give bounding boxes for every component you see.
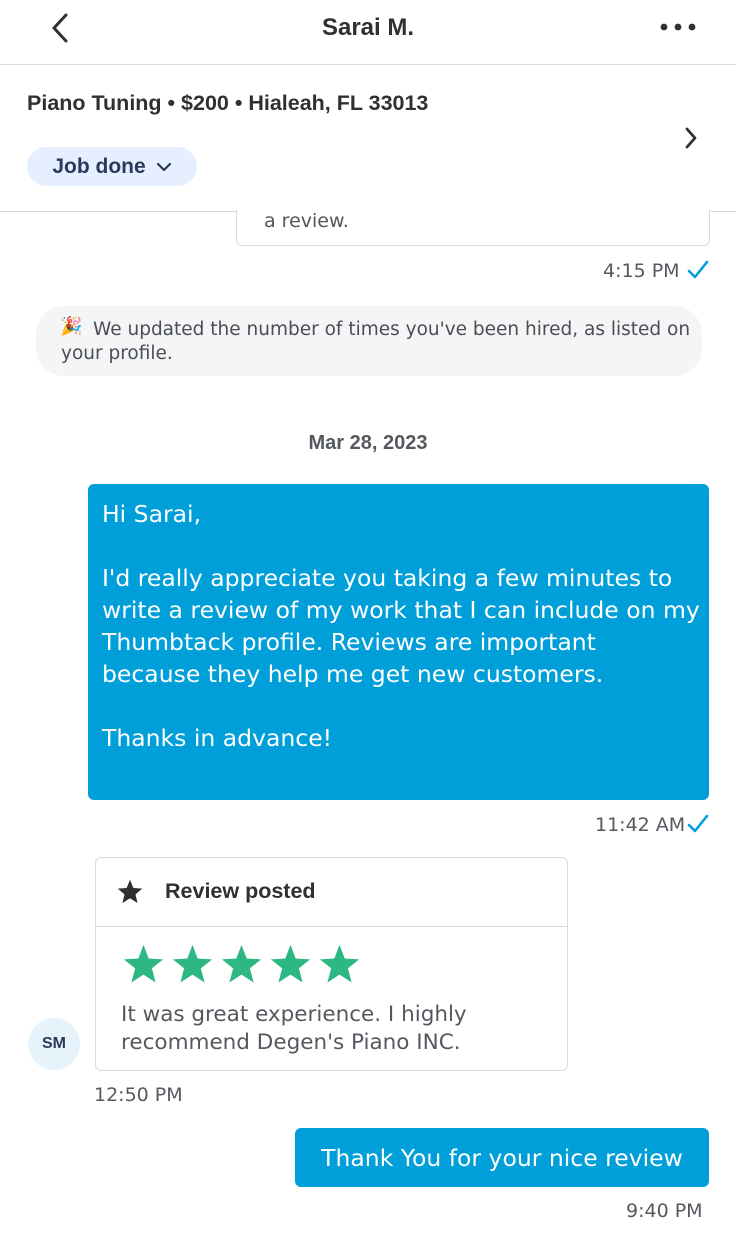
star-filled-icon (270, 944, 311, 983)
star-rating (122, 944, 361, 985)
chevron-right-icon (685, 127, 697, 149)
page-title: Sarai M. (321, 14, 415, 41)
star-filled-icon (319, 944, 360, 983)
previous-message-card: a review. (236, 210, 710, 246)
date-separator: Mar 28, 2023 (308, 432, 428, 454)
review-text: It was great experience. I highly recomm… (121, 1002, 467, 1055)
message-timestamp: 12:50 PM (94, 1084, 183, 1106)
star-filled-icon (221, 944, 262, 983)
message-text: Thank You for your nice review (321, 1143, 683, 1172)
message-timestamp: 9:40 PM (626, 1200, 703, 1222)
job-summary: Piano Tuning • $200 • Hialeah, FL 33013 (27, 91, 429, 115)
job-summary-panel[interactable]: Piano Tuning • $200 • Hialeah, FL 33013 … (0, 65, 736, 212)
star-filled-icon (123, 944, 164, 983)
conversation-header: Sarai M. (0, 0, 736, 65)
outgoing-message-bubble[interactable]: Thank You for your nice review (295, 1128, 709, 1187)
ellipsis-icon (660, 23, 696, 31)
message-text: Hi Sarai, I'd really appreciate you taki… (102, 500, 700, 752)
message-timestamp: 11:42 AM (595, 814, 686, 836)
job-status-dropdown[interactable]: Job done (27, 147, 197, 186)
review-title: Review posted (165, 879, 316, 903)
job-details-chevron[interactable] (676, 123, 706, 153)
more-options-button[interactable] (652, 10, 704, 44)
system-notice: 🎉 We updated the number of times you've … (36, 306, 702, 376)
review-card[interactable]: Review posted It was great experience. I… (95, 857, 568, 1071)
message-timestamp: 4:15 PM (603, 260, 680, 282)
chevron-down-icon (156, 162, 171, 171)
avatar-initials: SM (42, 1035, 66, 1052)
review-card-header: Review posted (96, 858, 567, 927)
star-icon (117, 879, 143, 904)
star-filled-icon (172, 944, 213, 983)
outgoing-message-bubble[interactable]: Hi Sarai, I'd really appreciate you taki… (88, 484, 709, 800)
previous-card-text: a review. (264, 210, 349, 232)
job-status-label: Job done (52, 154, 146, 178)
checkmark-icon (687, 260, 709, 279)
notice-text: We updated the number of times you've be… (61, 319, 691, 364)
checkmark-icon (687, 814, 709, 833)
avatar[interactable]: SM (28, 1018, 80, 1070)
